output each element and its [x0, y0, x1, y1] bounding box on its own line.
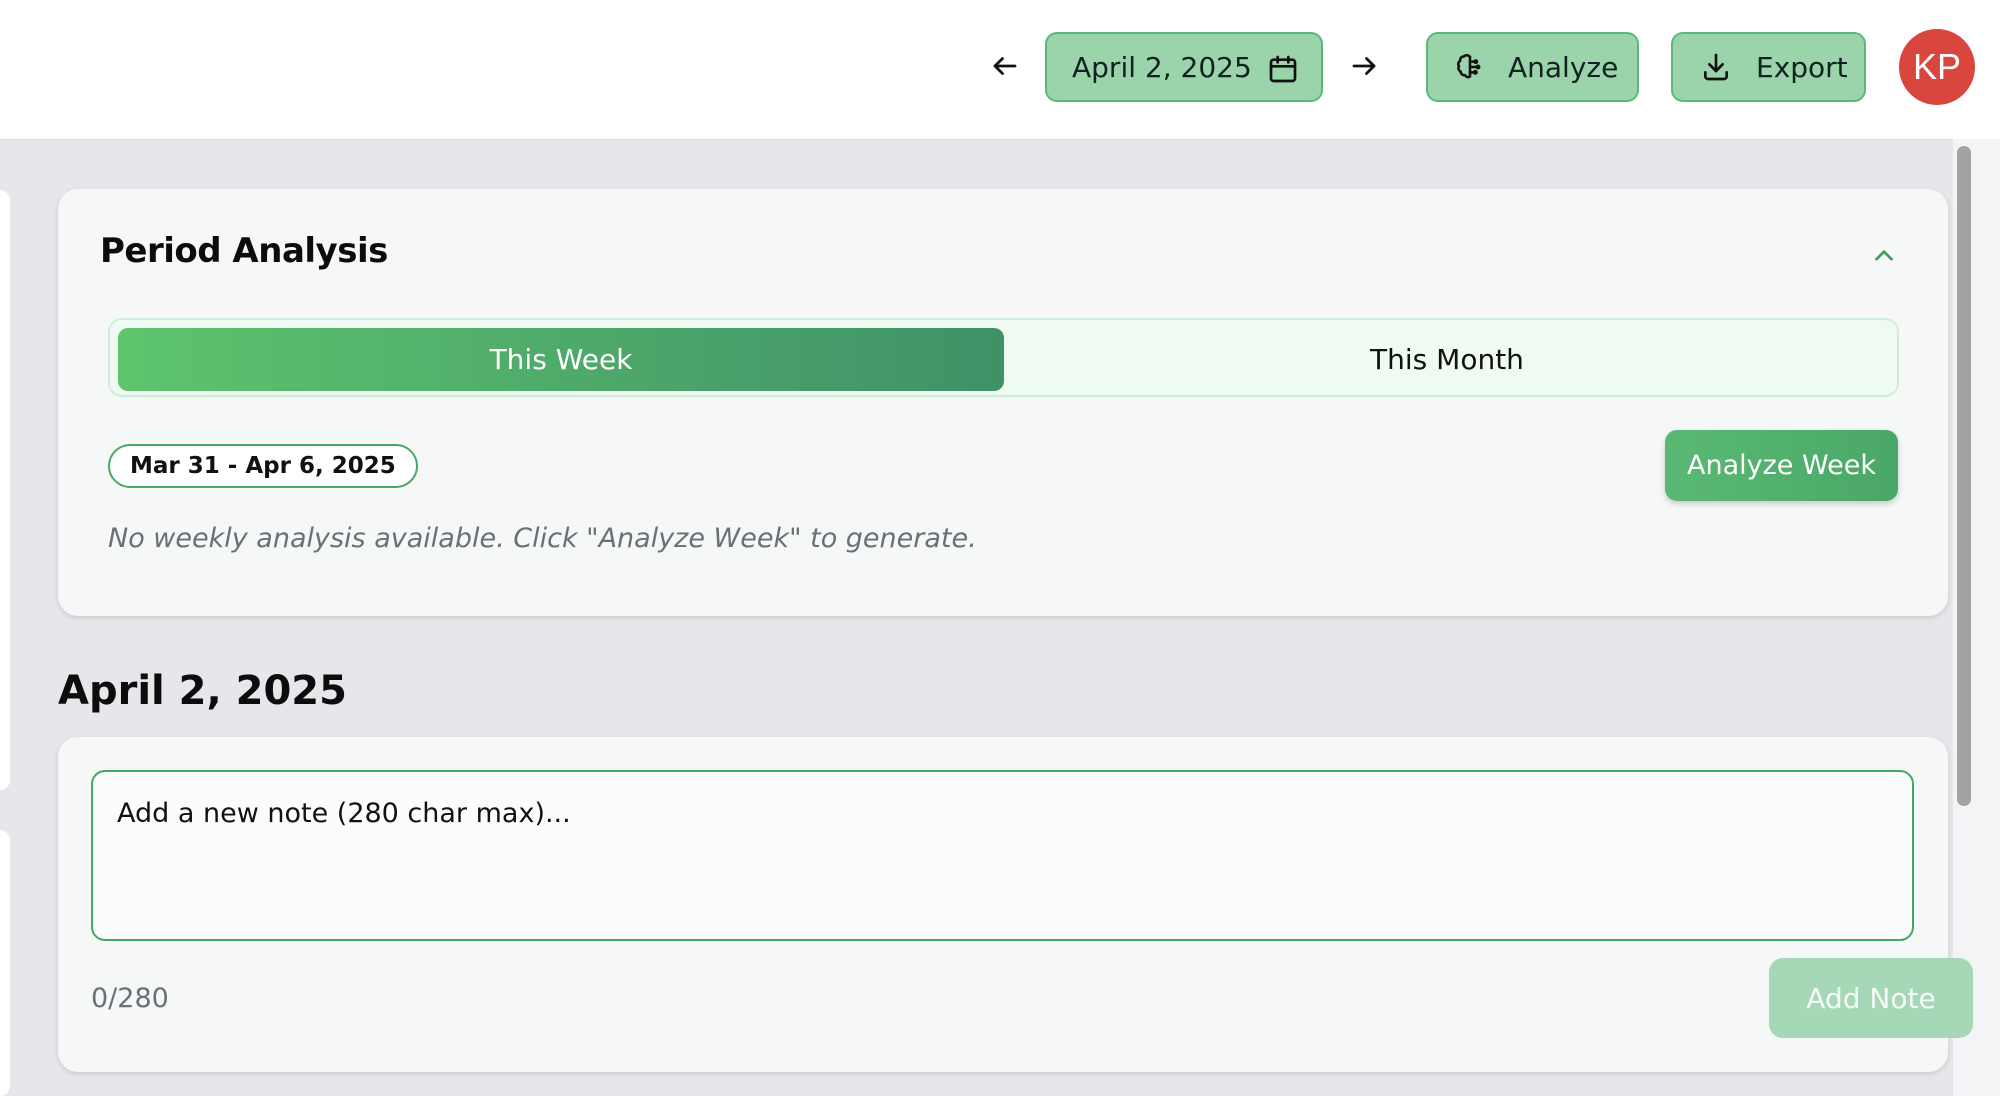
user-avatar[interactable]: KP: [1899, 29, 1975, 105]
sidebar-edge-lower: [0, 830, 10, 1096]
arrow-right-icon: [1349, 51, 1379, 85]
analyze-week-label: Analyze Week: [1687, 450, 1876, 481]
char-counter: 0/280: [91, 983, 169, 1014]
analyze-week-button[interactable]: Analyze Week: [1665, 430, 1898, 501]
tab-label: This Month: [1370, 343, 1524, 376]
date-range-badge: Mar 31 - Apr 6, 2025: [108, 444, 418, 488]
note-card: 0/280 Add Note: [58, 737, 1973, 1072]
scrollbar-thumb[interactable]: [1957, 146, 1971, 806]
download-icon: [1700, 51, 1732, 83]
day-heading: April 2, 2025: [58, 668, 347, 714]
avatar-initials: KP: [1912, 46, 1962, 87]
period-analysis-card: Period Analysis This Week This Month Mar…: [58, 189, 1948, 616]
export-button[interactable]: Export: [1671, 32, 1866, 102]
period-tabs: This Week This Month: [108, 318, 1899, 397]
tab-this-month[interactable]: This Month: [1004, 328, 1890, 391]
date-picker-button[interactable]: April 2, 2025: [1045, 32, 1323, 102]
chevron-up-icon: [1871, 243, 1897, 273]
analyze-label: Analyze: [1508, 50, 1619, 84]
add-note-label: Add Note: [1806, 981, 1936, 1015]
calendar-icon: [1267, 53, 1299, 92]
arrow-left-icon: [990, 51, 1020, 85]
add-note-button[interactable]: Add Note: [1769, 958, 1973, 1038]
collapse-button[interactable]: [1866, 240, 1902, 276]
previous-date-button[interactable]: [983, 46, 1027, 90]
sidebar-edge: [0, 190, 10, 790]
brain-icon: [1454, 51, 1486, 83]
date-range-label: Mar 31 - Apr 6, 2025: [130, 453, 396, 479]
empty-analysis-message: No weekly analysis available. Click "Ana…: [108, 523, 977, 554]
top-bar: April 2, 2025 Analyze Export KP: [0, 0, 2000, 140]
tab-this-week[interactable]: This Week: [118, 328, 1004, 391]
tab-label: This Week: [489, 343, 633, 376]
note-input[interactable]: [91, 770, 1914, 941]
next-date-button[interactable]: [1342, 46, 1386, 90]
period-analysis-title: Period Analysis: [100, 231, 388, 271]
export-label: Export: [1756, 50, 1848, 84]
analyze-button[interactable]: Analyze: [1426, 32, 1639, 102]
date-label: April 2, 2025: [1072, 50, 1252, 84]
